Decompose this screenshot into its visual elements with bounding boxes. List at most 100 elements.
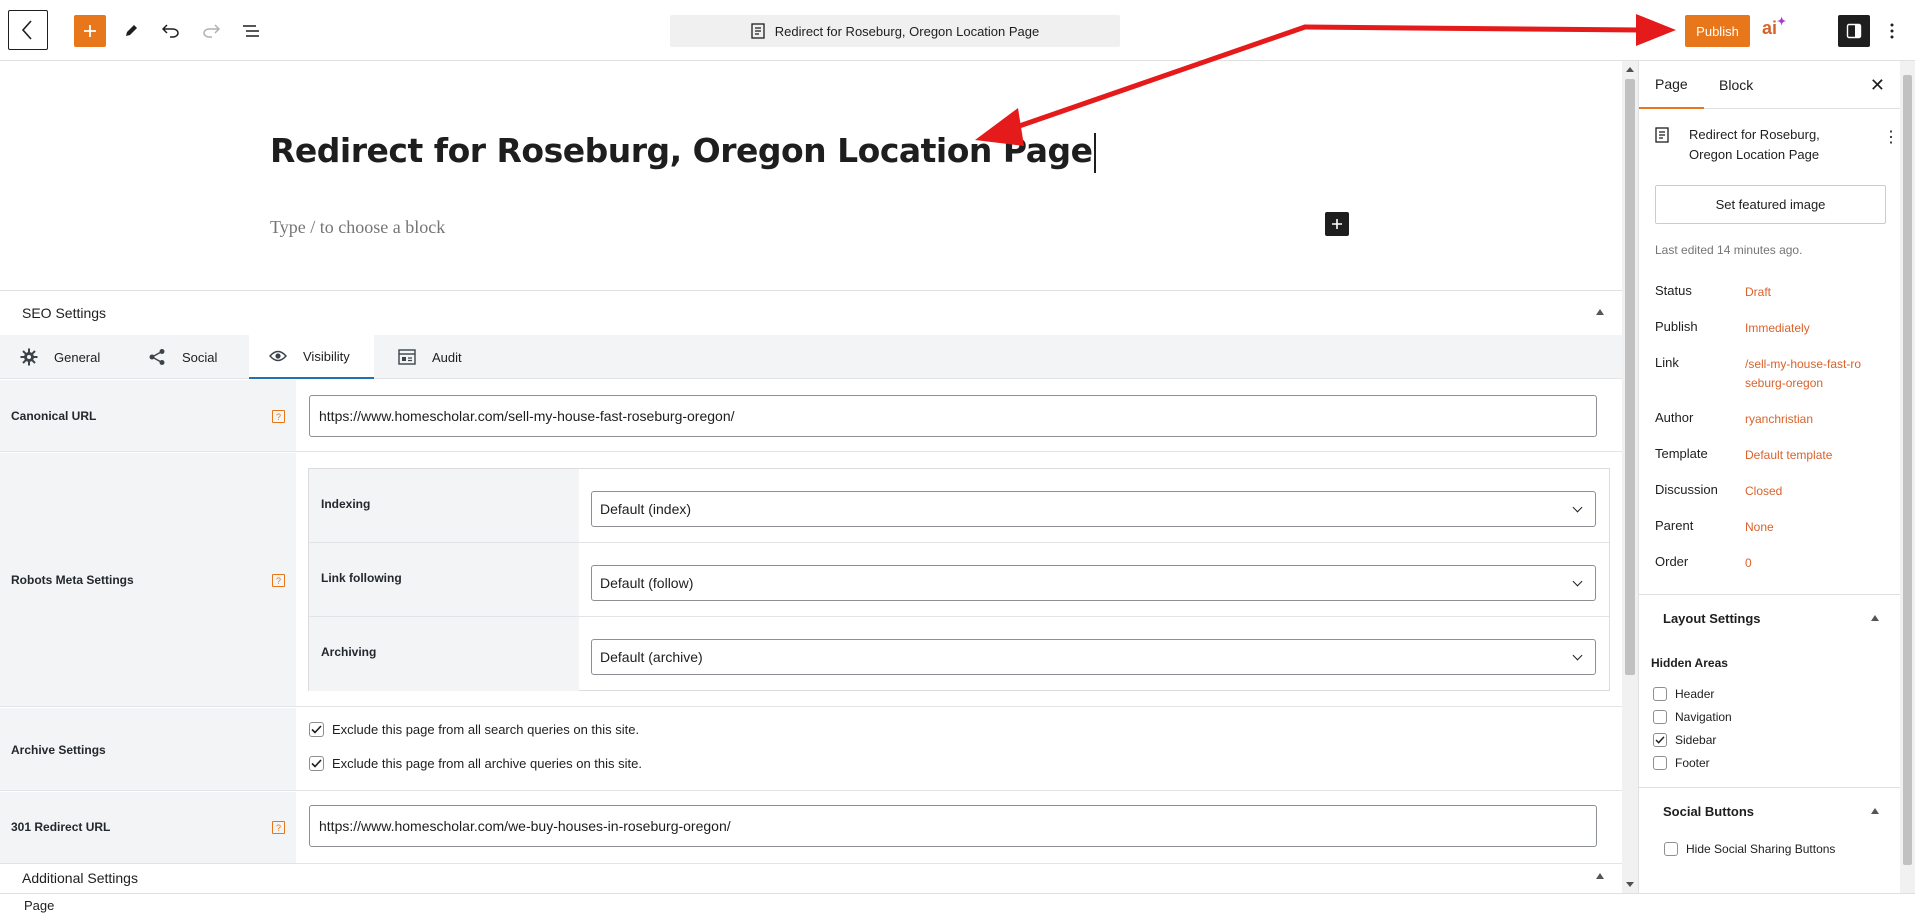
sidebar-tab-block[interactable]: Block — [1703, 61, 1769, 109]
hide-social-sharing-option[interactable]: Hide Social Sharing Buttons — [1664, 842, 1835, 856]
hide-header-checkbox[interactable] — [1653, 687, 1667, 701]
archiving-select[interactable]: Default (archive) — [591, 639, 1596, 675]
indexing-select[interactable]: Default (index) — [591, 491, 1596, 527]
sidebar-tabs: Page Block ✕ — [1639, 61, 1901, 109]
audit-icon — [398, 349, 416, 365]
meta-key: Parent — [1655, 518, 1694, 533]
hide-navigation-option[interactable]: Navigation — [1653, 710, 1732, 724]
hide-sidebar-option[interactable]: Sidebar — [1653, 733, 1716, 747]
settings-sidebar-toggle[interactable] — [1838, 15, 1870, 47]
additional-settings-header[interactable]: Additional Settings — [0, 864, 1622, 894]
hide-navigation-label: Navigation — [1675, 710, 1732, 724]
exclude-search-option[interactable]: Exclude this page from all search querie… — [309, 722, 639, 737]
plus-icon — [1332, 219, 1342, 229]
chevron-down-icon — [1572, 650, 1583, 661]
scroll-up-arrow[interactable] — [1626, 67, 1634, 72]
meta-value-link[interactable]: Default template — [1745, 446, 1865, 465]
help-icon[interactable]: ? — [272, 574, 285, 587]
more-vertical-icon[interactable]: ⋮ — [1883, 127, 1899, 147]
collapse-arrow-icon[interactable] — [1871, 615, 1879, 621]
editor-canvas: Redirect for Roseburg, Oregon Location P… — [0, 61, 1622, 291]
plus-icon — [84, 25, 96, 37]
eye-icon — [269, 350, 287, 362]
robots-meta-label: Robots Meta Settings — [11, 573, 134, 587]
document-icon — [751, 23, 765, 39]
collapse-arrow-icon[interactable] — [1596, 873, 1604, 879]
seo-tab-visibility[interactable]: Visibility — [249, 335, 374, 379]
hide-social-sharing-checkbox[interactable] — [1664, 842, 1678, 856]
indexing-label: Indexing — [309, 469, 579, 542]
sidebar-tab-page[interactable]: Page — [1639, 61, 1704, 109]
hide-navigation-checkbox[interactable] — [1653, 710, 1667, 724]
hide-header-label: Header — [1675, 687, 1715, 701]
editor-toolbar: Redirect for Roseburg, Oregon Location P… — [0, 0, 1915, 61]
chevron-down-icon — [1572, 576, 1583, 587]
redirect-url-input[interactable]: https://www.homescholar.com/we-buy-house… — [309, 805, 1597, 847]
meta-key: Link — [1655, 355, 1679, 370]
exclude-search-checkbox[interactable] — [309, 722, 324, 737]
canonical-url-input[interactable]: https://www.homescholar.com/sell-my-hous… — [309, 395, 1597, 437]
undo-button[interactable] — [155, 15, 187, 47]
publish-button[interactable]: Publish — [1685, 15, 1750, 47]
meta-key: Order — [1655, 554, 1689, 569]
breadcrumb-item[interactable]: Page — [24, 898, 54, 913]
collapse-arrow-icon[interactable] — [1871, 808, 1879, 814]
exclude-archive-option[interactable]: Exclude this page from all archive queri… — [309, 756, 642, 771]
options-menu-button[interactable] — [1880, 15, 1904, 47]
robots-indexing-row: Indexing Default (index) — [309, 469, 1609, 543]
seo-tabs: General Social Visibility Audit — [0, 335, 1622, 379]
meta-value-link[interactable]: ryanchristian — [1745, 410, 1865, 429]
additional-settings-title: Additional Settings — [22, 870, 138, 886]
social-buttons-section: Social Buttons — [1639, 787, 1901, 887]
meta-value-link[interactable]: Draft — [1745, 283, 1865, 302]
social-buttons-title[interactable]: Social Buttons — [1663, 804, 1754, 819]
checkmark-icon — [311, 759, 322, 768]
archive-settings-row: Archive Settings Exclude this page from … — [0, 708, 1622, 791]
block-breadcrumb: Page — [0, 893, 1915, 917]
list-view-button[interactable] — [235, 15, 267, 47]
help-icon[interactable]: ? — [272, 821, 285, 834]
block-placeholder[interactable]: Type / to choose a block — [270, 217, 445, 238]
hide-footer-option[interactable]: Footer — [1653, 756, 1710, 770]
help-icon[interactable]: ? — [272, 410, 285, 423]
seo-settings-header[interactable]: SEO Settings — [0, 291, 1622, 335]
meta-value-link[interactable]: 0 — [1745, 554, 1865, 573]
exclude-archive-checkbox[interactable] — [309, 756, 324, 771]
pencil-icon — [126, 25, 137, 36]
add-block-button[interactable] — [74, 15, 106, 47]
seo-tab-audit[interactable]: Audit — [398, 335, 498, 379]
hide-header-option[interactable]: Header — [1653, 687, 1714, 701]
layout-settings-title[interactable]: Layout Settings — [1663, 611, 1761, 626]
back-button[interactable] — [8, 10, 48, 50]
hide-footer-checkbox[interactable] — [1653, 756, 1667, 770]
meta-value-link[interactable]: Immediately — [1745, 319, 1865, 338]
close-icon[interactable]: ✕ — [1870, 75, 1885, 96]
seo-tab-social[interactable]: Social — [148, 335, 248, 379]
sidebar-scrollbar[interactable] — [1900, 61, 1915, 893]
archive-settings-label: Archive Settings — [11, 743, 106, 757]
scrollbar-thumb[interactable] — [1625, 79, 1635, 675]
collapse-arrow-icon[interactable] — [1596, 309, 1604, 315]
robots-meta-row: Robots Meta Settings ? Indexing Default … — [0, 453, 1622, 707]
canonical-url-label: Canonical URL — [11, 409, 97, 423]
redo-button[interactable] — [195, 15, 227, 47]
last-edited-text: Last edited 14 minutes ago. — [1655, 243, 1803, 257]
scroll-down-arrow[interactable] — [1626, 882, 1634, 887]
scrollbar-thumb[interactable] — [1903, 75, 1912, 865]
link-following-select[interactable]: Default (follow) — [591, 565, 1596, 601]
share-icon — [149, 349, 165, 365]
hide-sidebar-checkbox[interactable] — [1653, 733, 1667, 747]
seo-tab-general[interactable]: General — [20, 335, 130, 379]
meta-value-link[interactable]: None — [1745, 518, 1865, 537]
meta-value-link[interactable]: Closed — [1745, 482, 1865, 501]
tools-button[interactable] — [115, 15, 147, 47]
ai-assistant-icon[interactable]: ai ✦ — [1762, 16, 1786, 39]
chevron-down-icon — [1572, 502, 1583, 513]
editor-scrollbar[interactable] — [1622, 61, 1638, 893]
inline-add-block-button[interactable] — [1325, 212, 1349, 236]
set-featured-image-button[interactable]: Set featured image — [1655, 185, 1886, 224]
meta-value-link[interactable]: /sell-my-house-fast-roseburg-oregon — [1745, 355, 1865, 393]
settings-sidebar-icon — [1846, 23, 1862, 39]
post-title[interactable]: Redirect for Roseburg, Oregon Location P… — [270, 131, 1097, 173]
document-title-bar[interactable]: Redirect for Roseburg, Oregon Location P… — [670, 15, 1120, 47]
